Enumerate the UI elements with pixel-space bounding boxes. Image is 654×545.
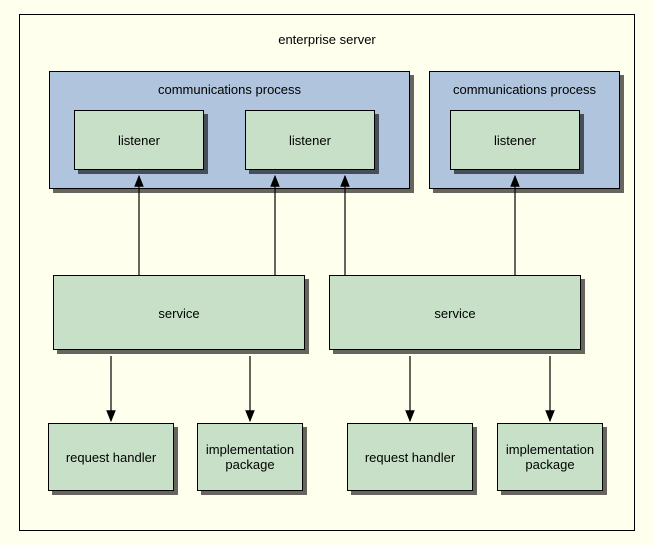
request-handler-label-2: request handler (348, 450, 472, 465)
request-handler-box-2: request handler (347, 423, 473, 491)
service-box-1: service (53, 275, 305, 350)
listener-label-2: listener (246, 133, 374, 148)
implementation-package-box-2: implementation package (497, 423, 603, 491)
communications-process-label-1: communications process (50, 82, 409, 97)
request-handler-label-1: request handler (49, 450, 173, 465)
diagram-title: enterprise server (0, 32, 654, 47)
service-label-1: service (54, 306, 304, 321)
request-handler-box-1: request handler (48, 423, 174, 491)
implementation-package-label-1: implementation package (198, 442, 302, 472)
listener-label-1: listener (75, 133, 203, 148)
listener-box-3: listener (450, 110, 580, 170)
listener-label-3: listener (451, 133, 579, 148)
implementation-package-label-2: implementation package (498, 442, 602, 472)
implementation-package-box-1: implementation package (197, 423, 303, 491)
service-label-2: service (330, 306, 580, 321)
listener-box-1: listener (74, 110, 204, 170)
listener-box-2: listener (245, 110, 375, 170)
communications-process-label-2: communications process (430, 82, 619, 97)
service-box-2: service (329, 275, 581, 350)
